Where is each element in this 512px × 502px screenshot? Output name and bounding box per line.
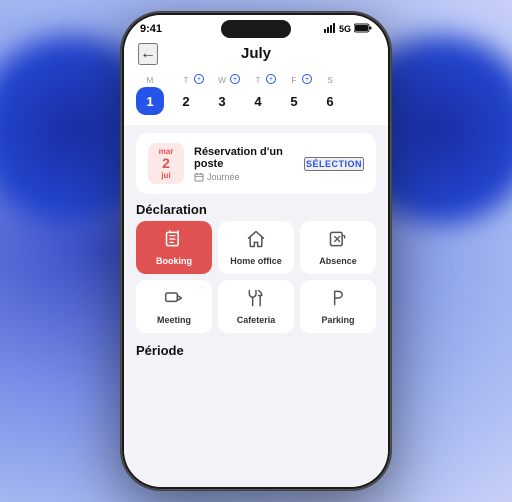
calendar-day-5[interactable]: F 5 + (278, 76, 310, 115)
day-number: 5 (280, 87, 308, 115)
plus-badge: + (230, 74, 240, 84)
day-label: F (292, 76, 297, 85)
periode-title: Période (136, 343, 376, 358)
declaration-section: Déclaration Booking Home office Absence … (136, 202, 376, 333)
selection-button[interactable]: SÉLECTION (304, 157, 364, 171)
absence-icon (328, 229, 348, 252)
day-label: T (256, 76, 261, 85)
decl-card-parking[interactable]: Parking (300, 280, 376, 333)
dynamic-island (221, 20, 291, 38)
cafeteria-icon (246, 288, 266, 311)
day-number: 4 (244, 87, 272, 115)
battery-icon (354, 23, 372, 35)
decl-card-home-office[interactable]: Home office (218, 221, 294, 274)
date-badge: mar 2 jui (148, 143, 184, 184)
status-icons: 5G (324, 23, 372, 35)
meeting-icon (164, 288, 184, 311)
home-icon (246, 229, 266, 252)
decl-card-absence[interactable]: Absence (300, 221, 376, 274)
calendar-icon (194, 172, 204, 182)
decl-card-meeting[interactable]: Meeting (136, 280, 212, 333)
decl-label-booking: Booking (156, 256, 192, 266)
calendar-day-4[interactable]: T 4 + (242, 76, 274, 115)
day-number: 3 (208, 87, 236, 115)
booking-icon (164, 229, 184, 252)
calendar-day-1[interactable]: M1 (134, 76, 166, 115)
decl-card-cafeteria[interactable]: Cafeteria (218, 280, 294, 333)
plus-badge: + (194, 74, 204, 84)
plus-badge: + (266, 74, 276, 84)
phone-wrapper: 9:41 5G (121, 12, 391, 490)
network-type: 5G (339, 24, 351, 34)
phone-screen: 9:41 5G (124, 15, 388, 487)
calendar-strip: M1T2+W3+T4+F5+S6 (124, 70, 388, 125)
plus-badge: + (302, 74, 312, 84)
calendar-day-2[interactable]: T 2 + (170, 76, 202, 115)
reservation-sub: Journée (194, 172, 294, 182)
page-title: July (241, 45, 271, 62)
calendar-day-6[interactable]: S6 (314, 76, 346, 115)
day-number: 6 (316, 87, 344, 115)
decl-label-absence: Absence (319, 256, 357, 266)
calendar-day-3[interactable]: W 3 + (206, 76, 238, 115)
decl-label-parking: Parking (321, 315, 354, 325)
reservation-sub-label: Journée (207, 172, 240, 182)
back-button[interactable]: ← (138, 43, 158, 65)
parking-icon (328, 288, 348, 311)
decl-label-home-office: Home office (230, 256, 282, 266)
decl-label-meeting: Meeting (157, 315, 191, 325)
declaration-title: Déclaration (136, 202, 376, 217)
periode-section: Période (136, 343, 376, 362)
day-label: M (147, 76, 154, 85)
reservation-card: mar 2 jui Réservation d'un poste (136, 133, 376, 194)
day-number: 1 (136, 87, 164, 115)
signal-bars-icon (324, 23, 336, 35)
phone-frame: 9:41 5G (121, 12, 391, 490)
day-number: 2 (172, 87, 200, 115)
header: ← July (124, 39, 388, 70)
status-time: 9:41 (140, 23, 162, 35)
content-area: mar 2 jui Réservation d'un poste (124, 125, 388, 487)
day-label: T (184, 76, 189, 85)
day-label: W (218, 76, 226, 85)
decl-card-booking[interactable]: Booking (136, 221, 212, 274)
date-month: jui (155, 171, 177, 180)
date-num: 2 (155, 156, 177, 171)
reservation-title: Réservation d'un poste (194, 146, 294, 170)
days-row: M1T2+W3+T4+F5+S6 (134, 76, 378, 115)
day-label: S (327, 76, 332, 85)
decl-label-cafeteria: Cafeteria (237, 315, 276, 325)
declaration-grid: Booking Home office Absence Meeting Cafe… (136, 221, 376, 333)
reservation-info: Réservation d'un poste Journée (194, 146, 294, 182)
